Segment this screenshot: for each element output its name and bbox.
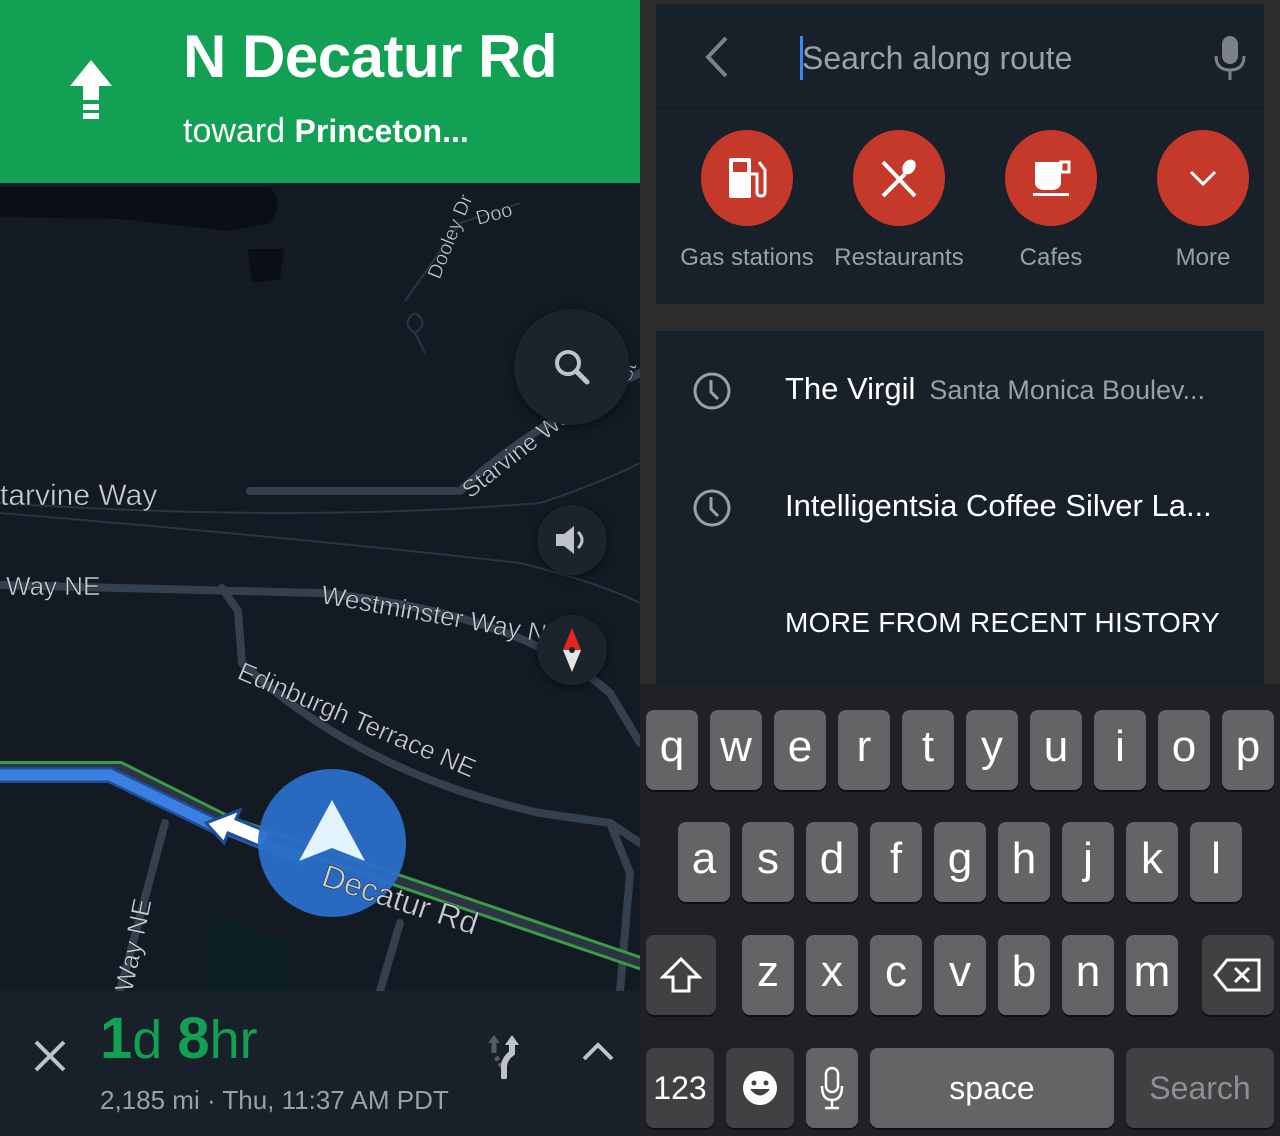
key-j[interactable]: j	[1062, 822, 1114, 902]
straight-arrow-icon	[70, 60, 112, 119]
search-input[interactable]	[802, 34, 1182, 82]
sound-button[interactable]	[537, 505, 607, 575]
chevron-down-icon	[1189, 170, 1217, 187]
category-more[interactable]: More	[1128, 130, 1278, 272]
numbers-key[interactable]: 123	[646, 1048, 714, 1128]
key-b[interactable]: b	[998, 935, 1050, 1015]
eta-duration: 1d 8hr	[100, 1006, 258, 1071]
chevron-up-icon[interactable]	[578, 1033, 618, 1069]
street-name: N Decatur Rd	[183, 23, 558, 90]
key-s[interactable]: s	[742, 822, 794, 902]
category-cafes[interactable]: Cafes	[976, 130, 1126, 272]
category-gas-stations[interactable]: Gas stations	[672, 130, 822, 272]
compass-icon	[563, 628, 581, 672]
key-i[interactable]: i	[1094, 710, 1146, 790]
clock-icon	[693, 372, 731, 410]
key-o[interactable]: o	[1158, 710, 1210, 790]
key-r[interactable]: r	[838, 710, 890, 790]
key-l[interactable]: l	[1190, 822, 1242, 902]
key-y[interactable]: y	[966, 710, 1018, 790]
trip-summary[interactable]: 1d 8hr 2,185 mi · Thu, 11:37 AM PDT	[0, 991, 640, 1136]
history-item[interactable]: Intelligentsia Coffee Silver La...	[656, 468, 1264, 548]
shift-icon	[660, 956, 702, 993]
cafe-icon	[1033, 160, 1071, 196]
speaker-icon	[556, 526, 584, 554]
key-k[interactable]: k	[1126, 822, 1178, 902]
category-restaurants[interactable]: Restaurants	[824, 130, 974, 272]
search-bar	[656, 4, 1264, 108]
space-key[interactable]: space	[870, 1048, 1114, 1128]
clock-icon	[693, 489, 731, 527]
key-c[interactable]: c	[870, 935, 922, 1015]
key-g[interactable]: g	[934, 822, 986, 902]
history-title: The Virgil	[785, 371, 916, 406]
map-water-area	[248, 249, 284, 283]
category-label: Cafes	[1019, 244, 1083, 271]
map-view[interactable]: Dooley Dr Doo tarvine Way Starvine Way S…	[0, 183, 640, 995]
emoji-key[interactable]	[726, 1048, 794, 1128]
category-label: Restaurants	[834, 244, 964, 271]
toward-destination: Princeton...	[294, 113, 469, 149]
key-z[interactable]: z	[742, 935, 794, 1015]
shift-key[interactable]	[646, 935, 716, 1015]
key-m[interactable]: m	[1126, 935, 1178, 1015]
key-a[interactable]: a	[678, 822, 730, 902]
key-q[interactable]: q	[646, 710, 698, 790]
history-title: Intelligentsia Coffee Silver La...	[785, 488, 1212, 523]
restaurant-icon	[881, 159, 917, 198]
key-u[interactable]: u	[1030, 710, 1082, 790]
history-item[interactable]: The Virgil Santa Monica Boulev...	[656, 351, 1264, 431]
back-arrow-icon[interactable]	[698, 34, 734, 80]
backspace-icon	[1213, 958, 1261, 992]
map-label: tarvine Way	[0, 479, 157, 512]
key-f[interactable]: f	[870, 822, 922, 902]
alternate-routes-icon[interactable]	[484, 1033, 530, 1079]
gas-station-icon	[729, 158, 767, 198]
toward-label: toward	[183, 112, 286, 150]
microphone-icon	[820, 1066, 844, 1110]
search-key[interactable]: Search	[1126, 1048, 1274, 1128]
emoji-icon	[743, 1071, 777, 1105]
key-n[interactable]: n	[1062, 935, 1114, 1015]
toward-line: toward Princeton...	[183, 112, 469, 151]
map-label: Way NE	[6, 571, 100, 601]
backspace-key[interactable]	[1202, 935, 1274, 1015]
history-subtitle: Santa Monica Boulev...	[929, 375, 1206, 405]
key-e[interactable]: e	[774, 710, 826, 790]
category-label: Gas stations	[680, 244, 814, 271]
microphone-icon[interactable]	[1212, 34, 1248, 82]
compass-button[interactable]	[537, 615, 607, 685]
key-t[interactable]: t	[902, 710, 954, 790]
map-canvas[interactable]: Dooley Dr Doo tarvine Way Starvine Way S…	[0, 183, 640, 995]
search-button[interactable]	[514, 309, 630, 425]
recent-history-list: The Virgil Santa Monica Boulev... Intelli…	[656, 331, 1264, 691]
key-w[interactable]: w	[710, 710, 762, 790]
search-icon	[555, 350, 590, 385]
dictation-key[interactable]	[806, 1048, 858, 1128]
maneuver-banner[interactable]: N Decatur Rd toward Princeton...	[0, 0, 640, 183]
key-d[interactable]: d	[806, 822, 858, 902]
key-v[interactable]: v	[934, 935, 986, 1015]
search-card: Gas stations Restaurants Cafes	[656, 4, 1264, 304]
key-p[interactable]: p	[1222, 710, 1274, 790]
category-label: More	[1175, 244, 1231, 271]
trip-distance-arrival: 2,185 mi · Thu, 11:37 AM PDT	[100, 1085, 449, 1115]
onscreen-keyboard: qwertyuiop asdfghjkl zxcvbnm 123 space S…	[640, 684, 1280, 1136]
close-icon[interactable]	[30, 1036, 70, 1076]
key-h[interactable]: h	[998, 822, 1050, 902]
search-along-route-panel: Gas stations Restaurants Cafes	[640, 0, 1280, 1136]
more-history-link[interactable]: MORE FROM RECENT HISTORY	[785, 607, 1220, 639]
navigation-panel: N Decatur Rd toward Princeton... Dooley …	[0, 0, 640, 1136]
key-x[interactable]: x	[806, 935, 858, 1015]
